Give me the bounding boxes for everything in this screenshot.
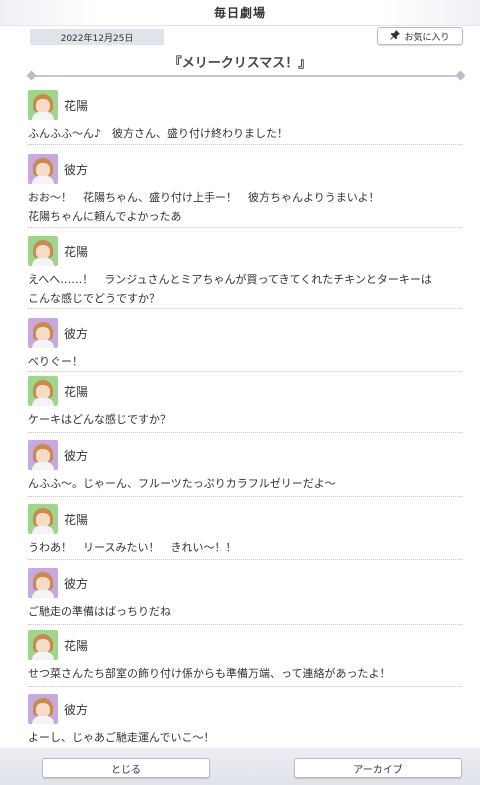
dialogue-separator: [28, 308, 462, 309]
dialogue-separator: [28, 371, 462, 372]
speaker-name: 花陽: [64, 244, 89, 259]
dialogue-text: ふんふふ〜ん♪ 彼方さん、盛り付け終わりました！: [28, 127, 289, 140]
title-bar: 毎日劇場: [0, 0, 480, 26]
dialogue-text: んふふ〜。じゃーん、フルーツたっぷりカラフルゼリーだよ〜: [28, 477, 336, 490]
dialogue-entry: 花陽 ふんふふ〜ん♪ 彼方さん、盛り付け終わりました！: [28, 90, 462, 143]
speaker-name: 花陽: [64, 512, 89, 527]
divider-diamond-left: [26, 70, 37, 81]
dialogue-entry: 彼方 おお〜！ 花陽ちゃん、盛り付け上手ー！ 彼方ちゃんよりうまいよ！ 花陽ちゃ…: [28, 154, 462, 226]
kanata-avatar: [28, 694, 58, 724]
dialogue-separator: [28, 559, 462, 560]
speaker-name: 花陽: [64, 384, 89, 399]
pin-icon: [390, 29, 401, 43]
dialogue-entry: 花陽 うわあ！ リースみたい！ きれい〜！！: [28, 504, 462, 557]
footer-bar: とじる アーカイブ: [0, 748, 480, 785]
dialogue-separator: [28, 432, 462, 433]
hanayo-avatar: [28, 630, 58, 660]
speaker-name: 花陽: [64, 638, 89, 653]
dialogue-entry: 彼方 よーし、じゃあご馳走運んでいこ〜！: [28, 694, 462, 747]
dialogue-separator: [28, 227, 462, 228]
dialogue-separator: [28, 144, 462, 145]
dialogue-entry: 花陽 えへへ……！ ランジュさんとミアちゃんが買ってきてくれたチキンとターキーは…: [28, 236, 462, 308]
archive-button[interactable]: アーカイブ: [294, 758, 462, 778]
favorite-button[interactable]: お気に入り: [377, 27, 463, 45]
dialogue-entry: 彼方 べりぐー！: [28, 318, 462, 371]
dialogue-text: べりぐー！: [28, 355, 83, 368]
dialogue-entry: 花陽 ケーキはどんな感じですか？: [28, 376, 462, 429]
kanata-avatar: [28, 440, 58, 470]
scene-title: 『メリークリスマス！』: [168, 56, 312, 71]
speaker-name: 彼方: [64, 702, 89, 717]
close-button[interactable]: とじる: [42, 758, 210, 778]
speaker-name: 彼方: [64, 576, 89, 591]
dialogue-entry: 花陽 せつ菜さんたち部室の飾り付け係からも準備万端、って連絡があったよ！: [28, 630, 462, 683]
dialogue-text: ご馳走の準備はばっちりだね: [28, 605, 171, 618]
speaker-name: 花陽: [64, 98, 89, 113]
speaker-name: 彼方: [64, 448, 89, 463]
dialogue-entry: 彼方 ご馳走の準備はばっちりだね: [28, 568, 462, 621]
kanata-avatar: [28, 568, 58, 598]
hanayo-avatar: [28, 236, 58, 266]
speaker-name: 彼方: [64, 326, 89, 341]
kanata-avatar: [28, 154, 58, 184]
dialogue-separator: [28, 624, 462, 625]
dialogue-separator: [28, 686, 462, 687]
hanayo-avatar: [28, 376, 58, 406]
dialogue-entry: 彼方 んふふ〜。じゃーん、フルーツたっぷりカラフルゼリーだよ〜: [28, 440, 462, 493]
dialogue-text: せつ菜さんたち部室の飾り付け係からも準備万端、って連絡があったよ！: [28, 667, 391, 680]
dialogue-text: ケーキはどんな感じですか？: [28, 413, 171, 426]
page-title: 毎日劇場: [213, 6, 266, 20]
dialogue-text: えへへ……！ ランジュさんとミアちゃんが買ってきてくれたチキンとターキーは こん…: [28, 273, 432, 305]
dialogue-text: おお〜！ 花陽ちゃん、盛り付け上手ー！ 彼方ちゃんよりうまいよ！ 花陽ちゃんに頼…: [28, 191, 380, 223]
dialogue-text: うわあ！ リースみたい！ きれい〜！！: [28, 541, 237, 554]
divider-diamond-right: [455, 70, 466, 81]
favorite-label: お気に入り: [404, 32, 450, 43]
theater-panel: 毎日劇場 2022年12月25日 お気に入り 『メリークリスマス！』 花陽 ふん…: [0, 0, 480, 785]
kanata-avatar: [28, 318, 58, 348]
date-label: 2022年12月25日: [30, 29, 164, 45]
hanayo-avatar: [28, 504, 58, 534]
speaker-name: 彼方: [64, 162, 89, 177]
dialogue-text: よーし、じゃあご馳走運んでいこ〜！: [28, 731, 215, 744]
hanayo-avatar: [28, 90, 58, 120]
title-divider: [26, 70, 466, 81]
dialogue-separator: [28, 496, 462, 497]
